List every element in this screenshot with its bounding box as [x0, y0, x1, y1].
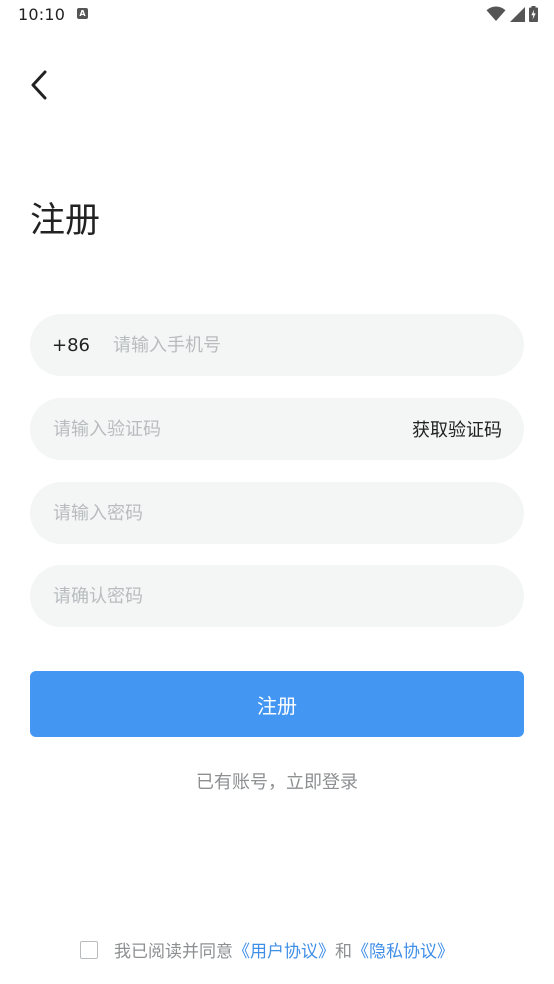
- country-code[interactable]: +86: [52, 335, 90, 356]
- privacy-policy-link[interactable]: 《隐私协议》: [352, 937, 454, 962]
- verification-code-field: 获取验证码: [30, 398, 524, 460]
- agreement-conjunction: 和: [335, 942, 352, 962]
- register-button[interactable]: 注册: [30, 671, 524, 737]
- back-button[interactable]: [22, 66, 56, 104]
- signal-icon: [510, 6, 525, 22]
- user-agreement-link[interactable]: 《用户协议》: [233, 937, 335, 962]
- get-code-button[interactable]: 获取验证码: [412, 416, 502, 442]
- status-icons: [486, 6, 538, 22]
- notification-icon: A: [77, 8, 88, 19]
- agreement-prefix: 我已阅读并同意: [114, 942, 233, 962]
- chevron-left-icon: [31, 70, 47, 100]
- phone-field: +86: [30, 314, 524, 376]
- status-bar: 10:10 A: [0, 0, 554, 30]
- status-time: 10:10: [18, 5, 66, 24]
- battery-charging-icon: [529, 6, 538, 22]
- verification-code-input[interactable]: [53, 398, 412, 460]
- password-input[interactable]: [53, 482, 524, 544]
- password-field: [30, 482, 524, 544]
- page-title: 注册: [30, 201, 101, 241]
- confirm-password-field: [30, 565, 524, 627]
- phone-input[interactable]: [113, 314, 524, 376]
- login-link[interactable]: 已有账号，立即登录: [0, 768, 554, 794]
- agreement-row: 我已阅读并同意 《用户协议》 和 《隐私协议》: [80, 937, 454, 962]
- wifi-icon: [486, 6, 506, 22]
- confirm-password-input[interactable]: [53, 565, 524, 627]
- agreement-checkbox[interactable]: [80, 940, 98, 959]
